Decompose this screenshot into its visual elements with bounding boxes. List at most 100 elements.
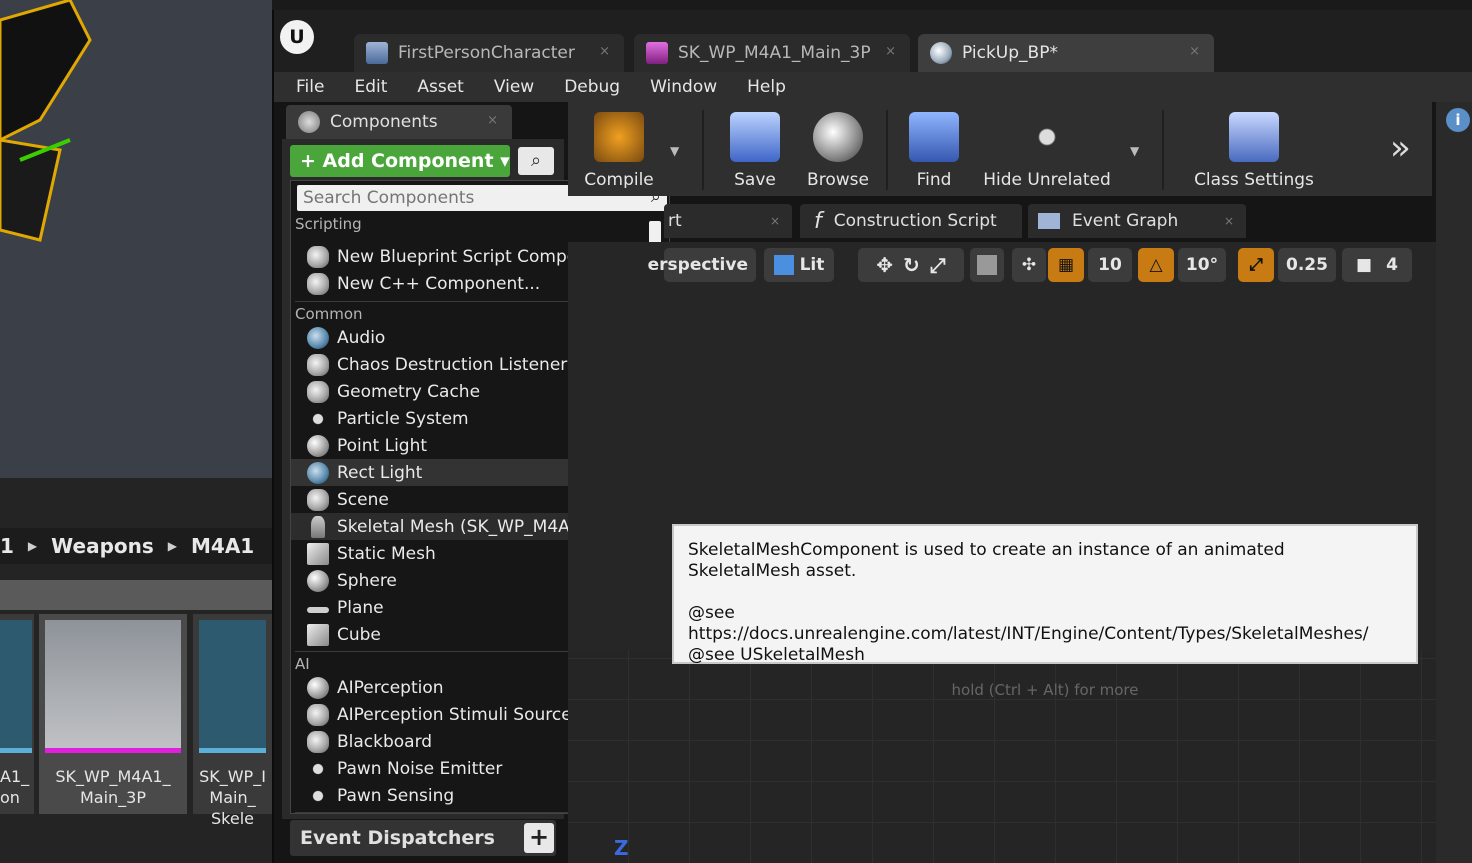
- item-label: AIPerception: [337, 677, 444, 698]
- save-icon: [730, 112, 780, 162]
- class-settings-button[interactable]: Class Settings: [1180, 102, 1328, 196]
- lit-cube-icon: [773, 255, 794, 275]
- rotate-icon: ↻: [903, 253, 920, 277]
- blueprint-editor-window: U FirstPersonCharacter × SK_WP_M4A1_Main…: [272, 10, 1472, 863]
- menu-bar: File Edit Asset View Debug Window Help: [274, 72, 1472, 102]
- asset-thumbnail: [199, 620, 266, 750]
- tab-construction-script[interactable]: f Construction Script: [800, 204, 1022, 238]
- grid-icon: ▦: [1057, 255, 1075, 275]
- asset-type-bar: [45, 748, 181, 753]
- asset-name: A1_ on: [0, 767, 30, 807]
- hide-unrelated-button[interactable]: Hide Unrelated: [980, 102, 1114, 196]
- asset-tile-selected[interactable]: SK_WP_M4A1_ Main_3P: [39, 614, 187, 814]
- section-ai: AI: [295, 655, 310, 673]
- sphere-icon: [307, 569, 329, 592]
- lit-button[interactable]: Lit: [764, 248, 834, 282]
- scale-snap-toggle[interactable]: ⤢: [1238, 248, 1274, 282]
- magnifier-icon: [813, 112, 863, 162]
- button-label: Save: [734, 170, 776, 190]
- tab-label: FirstPersonCharacter: [398, 43, 575, 63]
- compile-button[interactable]: Compile: [574, 102, 664, 188]
- search-icon[interactable]: ⌕: [518, 147, 554, 175]
- surface-snap-button[interactable]: ✣: [1012, 248, 1046, 282]
- asset-tile[interactable]: SK_WP_I Main_ Skele: [193, 614, 272, 828]
- asset-name: SK_WP_I Main_ Skele: [199, 767, 266, 828]
- chaos-listener-icon: [307, 353, 329, 376]
- close-icon[interactable]: ×: [885, 44, 896, 59]
- rect-light-icon: [307, 461, 329, 484]
- tab-components[interactable]: Components ×: [286, 105, 512, 139]
- pawn-noise-emitter-icon: [307, 757, 329, 780]
- button-label: Find: [916, 170, 952, 190]
- breadcrumb-item[interactable]: 1: [0, 534, 14, 558]
- menu-debug[interactable]: Debug: [564, 77, 620, 97]
- item-label: Cube: [337, 624, 381, 645]
- menu-window[interactable]: Window: [650, 77, 717, 97]
- toolbar-overflow-icon[interactable]: »: [1390, 128, 1411, 168]
- unreal-logo-icon: U: [280, 20, 314, 54]
- item-label: AIPerception Stimuli Source: [337, 704, 572, 725]
- section-common: Common: [295, 305, 363, 323]
- grid-snap-value[interactable]: 10: [1088, 248, 1132, 282]
- item-label: Rect Light: [337, 462, 423, 483]
- asset-thumbnail: [45, 620, 181, 750]
- chevron-down-icon[interactable]: ▼: [1130, 144, 1139, 158]
- rotation-snap-value[interactable]: 10°: [1178, 248, 1226, 282]
- browse-button[interactable]: Browse: [796, 102, 880, 196]
- tab-pickup-bp[interactable]: PickUp_BP* ×: [918, 34, 1214, 72]
- close-icon[interactable]: ×: [1189, 44, 1200, 59]
- compile-icon: [594, 112, 644, 162]
- menu-view[interactable]: View: [494, 77, 534, 97]
- plane-icon: [307, 606, 329, 613]
- cube-icon: [307, 623, 329, 646]
- close-icon[interactable]: ×: [1224, 214, 1234, 228]
- item-label: Pawn Noise Emitter: [337, 758, 503, 779]
- info-icon[interactable]: i: [1446, 108, 1470, 132]
- find-button[interactable]: Find: [894, 102, 974, 196]
- audio-icon: [307, 326, 329, 349]
- menu-edit[interactable]: Edit: [354, 77, 387, 97]
- divider: [886, 110, 888, 190]
- perspective-button[interactable]: erspective: [648, 248, 756, 282]
- asset-type-bar: [0, 748, 32, 753]
- item-label: Pawn Sensing: [337, 785, 455, 806]
- item-label: Blackboard: [337, 731, 433, 752]
- tooltip-description: SkeletalMeshComponent is used to create …: [688, 540, 1285, 581]
- camera-speed-button[interactable]: ■ 4: [1342, 248, 1412, 282]
- breadcrumb-item[interactable]: M4A1: [191, 534, 254, 558]
- menu-asset[interactable]: Asset: [417, 77, 463, 97]
- close-icon[interactable]: ×: [599, 44, 610, 59]
- asset-filter-bar: [0, 580, 272, 610]
- grid-snap-toggle[interactable]: ▦: [1048, 248, 1084, 282]
- save-button[interactable]: Save: [710, 102, 800, 196]
- scale-icon: ⤢: [929, 253, 946, 277]
- asset-name: SK_WP_M4A1_ Main_3P: [55, 767, 171, 807]
- breadcrumb-item[interactable]: Weapons: [51, 534, 154, 558]
- asset-tile[interactable]: A1_ on: [0, 614, 34, 814]
- menu-help[interactable]: Help: [747, 77, 786, 97]
- geometry-cache-icon: [307, 380, 329, 403]
- pawn-sensing-icon: [307, 784, 329, 807]
- rotation-snap-toggle[interactable]: △: [1138, 248, 1174, 282]
- item-label: Geometry Cache: [337, 381, 481, 402]
- tab-viewport[interactable]: rt ×: [664, 204, 792, 238]
- tab-skeletal-mesh[interactable]: SK_WP_M4A1_Main_3P ×: [634, 34, 910, 72]
- angle-icon: △: [1149, 255, 1163, 275]
- transform-tools[interactable]: ✥ ↻ ⤢: [858, 248, 964, 282]
- scale-snap-value[interactable]: 0.25: [1278, 248, 1336, 282]
- move-icon: ✥: [876, 253, 893, 277]
- close-icon[interactable]: ×: [487, 113, 498, 128]
- cpp-component-icon: [307, 272, 329, 295]
- close-icon[interactable]: ×: [770, 214, 780, 228]
- chevron-down-icon[interactable]: ▼: [670, 144, 679, 158]
- add-component-button[interactable]: + Add Component ▾: [290, 145, 510, 177]
- divider: [702, 110, 704, 190]
- world-local-toggle[interactable]: [970, 248, 1004, 282]
- tab-event-graph[interactable]: Event Graph ×: [1028, 204, 1246, 238]
- menu-file[interactable]: File: [296, 77, 324, 97]
- event-dispatchers-header[interactable]: Event Dispatchers: [290, 820, 556, 856]
- item-label: New C++ Component...: [337, 273, 541, 294]
- tab-first-person-character[interactable]: FirstPersonCharacter ×: [354, 34, 624, 72]
- chevron-right-icon: ▶: [167, 539, 177, 553]
- add-event-dispatcher-button[interactable]: +: [524, 823, 554, 853]
